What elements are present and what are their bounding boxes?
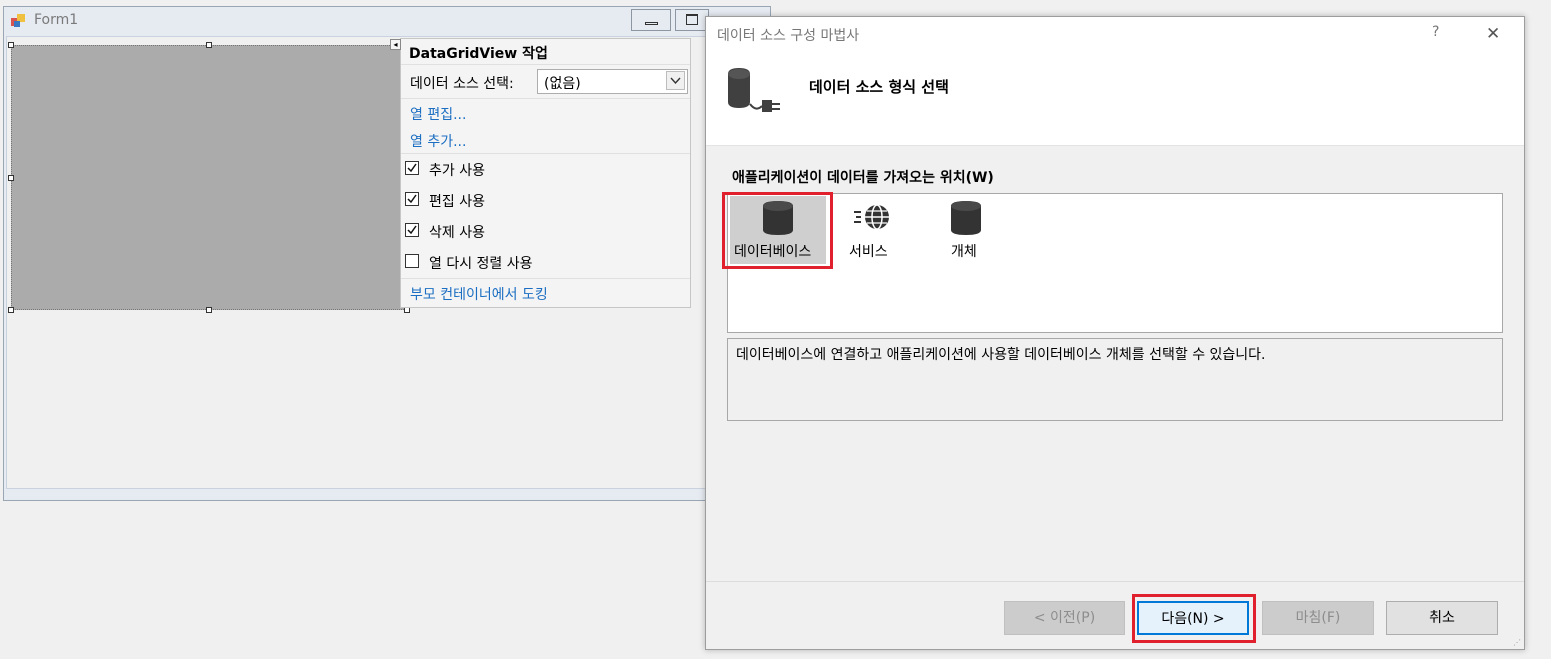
wizard-heading: 데이터 소스 형식 선택 — [809, 78, 949, 96]
divider — [401, 98, 690, 99]
highlight-box — [1132, 594, 1256, 643]
smart-tag-collapse-icon[interactable]: ◂ — [390, 39, 401, 50]
add-column-link[interactable]: 열 추가... — [410, 131, 466, 151]
chevron-down-icon[interactable] — [666, 71, 685, 90]
resize-handle[interactable] — [8, 307, 14, 313]
service-globe-icon — [853, 203, 891, 237]
wizard-title: 데이터 소스 구성 마법사 — [717, 28, 860, 44]
minimize-button[interactable] — [631, 9, 671, 31]
enable-deleting-label: 삭제 사용 — [429, 225, 485, 241]
data-source-type-label: 애플리케이션이 데이터를 가져오는 위치(W) — [732, 170, 994, 186]
maximize-icon — [686, 14, 698, 25]
selection-outline — [11, 45, 408, 310]
resize-handle[interactable] — [8, 175, 14, 181]
highlight-box — [722, 192, 833, 269]
divider — [706, 581, 1524, 582]
divider — [706, 145, 1524, 146]
form-icon — [10, 12, 28, 30]
resize-handle[interactable] — [8, 42, 14, 48]
close-button[interactable]: ✕ — [1486, 24, 1500, 44]
divider — [401, 153, 690, 154]
resize-grip-icon[interactable]: ⋰ — [1513, 638, 1521, 647]
resize-handle[interactable] — [206, 307, 212, 313]
minimize-icon — [645, 22, 658, 25]
enable-adding-label: 추가 사용 — [429, 163, 485, 179]
cancel-button[interactable]: 취소 — [1386, 601, 1498, 635]
previous-button[interactable]: < 이전(P) — [1004, 601, 1125, 635]
datasource-label: 데이터 소스 선택: — [410, 76, 514, 92]
divider — [401, 64, 690, 65]
resize-handle[interactable] — [206, 42, 212, 48]
type-label-object: 개체 — [951, 244, 977, 260]
enable-editing-checkbox[interactable] — [405, 192, 419, 206]
edit-columns-link[interactable]: 열 편집... — [410, 104, 466, 124]
description-text: 데이터베이스에 연결하고 애플리케이션에 사용할 데이터베이스 개체를 선택할 … — [736, 347, 1266, 363]
database-plug-icon — [726, 66, 786, 118]
dock-in-parent-link[interactable]: 부모 컨테이너에서 도킹 — [410, 284, 548, 304]
enable-column-reorder-label: 열 다시 정렬 사용 — [429, 256, 533, 272]
type-label-service: 서비스 — [849, 244, 888, 260]
divider — [401, 278, 690, 279]
object-icon — [950, 200, 982, 240]
maximize-button[interactable] — [675, 9, 709, 31]
enable-editing-label: 편집 사용 — [429, 194, 485, 210]
tasks-title: DataGridView 작업 — [409, 46, 548, 62]
help-button[interactable]: ? — [1432, 24, 1439, 40]
finish-button[interactable]: 마침(F) — [1262, 601, 1374, 635]
enable-adding-checkbox[interactable] — [405, 161, 419, 175]
enable-deleting-checkbox[interactable] — [405, 223, 419, 237]
form1-title: Form1 — [34, 12, 79, 28]
enable-column-reorder-checkbox[interactable] — [405, 254, 419, 268]
datasource-select-value: (없음) — [544, 76, 581, 92]
